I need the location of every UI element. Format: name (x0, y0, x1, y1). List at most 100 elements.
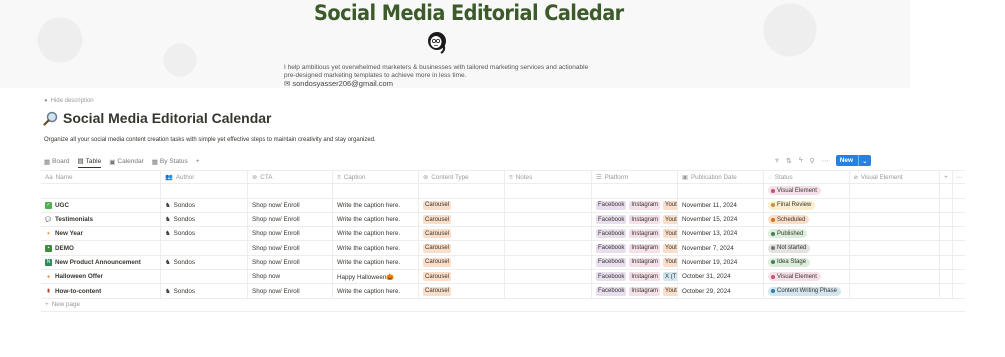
cell-content-type[interactable]: Carousel (419, 212, 505, 227)
cell-status[interactable]: Idea Stage (764, 255, 850, 270)
table-row[interactable]: ✓ UGC ♞ Sondos Shop now/ Enroll Write the … (41, 198, 965, 213)
cell-platform[interactable]: Facebook Instagram Yout (592, 241, 678, 255)
cell-status[interactable]: Scheduled (764, 212, 850, 227)
cell-platform[interactable]: Facebook Instagram Yout (592, 227, 678, 241)
cell-notes[interactable] (505, 284, 592, 298)
cell-author[interactable]: ♞ Sondos (161, 212, 248, 227)
cell-visual-element[interactable] (850, 255, 940, 270)
table-row[interactable]: N New Product Announcement ♞ Sondos Shop n… (41, 255, 965, 271)
cell-notes[interactable] (505, 184, 592, 198)
table-row[interactable]: ● Halloween Offer Shop now Happy Hallowee… (41, 270, 965, 285)
cell-author[interactable]: ♞ Sondos (161, 198, 248, 212)
cell-cta[interactable]: Shop now/ Enroll (248, 198, 333, 212)
cell-platform[interactable]: Facebook Instagram Yout (592, 284, 678, 298)
cell-notes[interactable] (505, 198, 592, 212)
add-view-button[interactable]: + (196, 155, 200, 168)
cell-status[interactable]: Final Review (764, 198, 850, 212)
column-header-visual-element[interactable]: ⌀ Visual Element (850, 171, 940, 184)
table-row[interactable]: ✶ New Year ♞ Sondos Shop now/ Enroll Write… (41, 227, 965, 242)
cell-platform[interactable]: Facebook Instagram Yout (592, 198, 678, 212)
cell-content-type[interactable]: Carousel (419, 241, 505, 255)
cell-platform[interactable] (592, 184, 678, 198)
cell-author[interactable]: ♞ Sondos (161, 227, 248, 241)
cell-visual-element[interactable] (850, 270, 940, 284)
cell-visual-element[interactable] (850, 241, 940, 255)
cell-name[interactable]: ✓ UGC (41, 198, 161, 212)
cell-status[interactable]: Not started (764, 241, 850, 255)
cell-name[interactable]: ▪ DEMO (41, 241, 161, 255)
cell-publication-date[interactable]: October 31, 2024 (678, 270, 764, 284)
cell-platform[interactable]: Facebook Instagram X (T (592, 270, 678, 284)
cell-publication-date[interactable]: October 29, 2024 (678, 284, 764, 298)
table-row[interactable]: Visual Element (41, 184, 965, 199)
cell-publication-date[interactable]: November 13, 2024 (678, 227, 764, 241)
row-title[interactable]: How-to-content (55, 288, 101, 295)
cell-notes[interactable] (505, 227, 592, 241)
row-title[interactable]: UGC (55, 202, 69, 209)
cell-notes[interactable] (505, 255, 592, 270)
cell-cta[interactable] (248, 184, 333, 198)
more-options-icon[interactable]: ⋯ (822, 157, 829, 165)
tab-by-status[interactable]: ▦ By Status (152, 155, 188, 168)
sort-icon[interactable]: ⇅ (786, 157, 792, 165)
cell-platform[interactable]: Facebook Instagram Yout (592, 255, 678, 270)
cell-name[interactable]: ▮ How-to-content (41, 284, 161, 298)
new-page-button[interactable]: + New page (41, 299, 965, 312)
cell-caption[interactable]: Write the caption here. (333, 198, 419, 212)
cell-name[interactable]: ● Halloween Offer (41, 270, 161, 284)
row-title[interactable]: DEMO (55, 245, 74, 252)
search-icon[interactable]: ⚲ (810, 157, 815, 165)
column-header-name[interactable]: Aa Name (41, 171, 161, 184)
tab-board[interactable]: ▦ Board (44, 155, 70, 168)
tab-table[interactable]: ▤ Table (77, 155, 102, 168)
cell-visual-element[interactable] (850, 284, 940, 298)
column-header-notes[interactable]: ≡ Notes (505, 171, 592, 184)
cell-cta[interactable]: Shop now/ Enroll (248, 284, 333, 298)
cell-name[interactable]: N New Product Announcement (41, 255, 161, 270)
cell-caption[interactable]: Write the caption here. (333, 255, 419, 270)
column-header-cta[interactable]: ⊚ CTA (248, 171, 333, 184)
table-row[interactable]: ▪ DEMO Shop now/ Enroll Write the caption… (41, 241, 965, 256)
table-row[interactable]: 💬 Testimonials ♞ Sondos Shop now/ Enroll W… (41, 212, 965, 228)
cell-publication-date[interactable]: November 15, 2024 (678, 212, 764, 227)
cell-caption[interactable]: Write the caption here. (333, 227, 419, 241)
lightning-icon[interactable]: ϟ (799, 157, 803, 164)
cell-author[interactable] (161, 241, 248, 255)
more-columns-button[interactable]: ⋯ (953, 171, 965, 183)
cell-cta[interactable]: Shop now/ Enroll (248, 241, 333, 255)
hide-description-button[interactable]: ● Hide description (44, 98, 94, 104)
cell-publication-date[interactable]: November 7, 2024 (678, 241, 764, 255)
cell-publication-date[interactable]: November 11, 2024 (678, 198, 764, 212)
cell-author[interactable] (161, 270, 248, 284)
cell-content-type[interactable] (419, 184, 505, 198)
column-header-author[interactable]: 👥 Author (161, 171, 248, 184)
cell-visual-element[interactable] (850, 212, 940, 227)
cell-publication-date[interactable]: November 19, 2024 (678, 255, 764, 270)
cell-content-type[interactable]: Carousel (419, 198, 505, 212)
cell-publication-date[interactable] (678, 184, 764, 198)
cell-name[interactable] (41, 184, 161, 198)
cell-author[interactable]: ♞ Sondos (161, 255, 248, 270)
cell-caption[interactable]: Write the caption here. (333, 284, 419, 298)
row-title[interactable]: New Year (55, 230, 83, 237)
cell-status[interactable]: Visual Element (764, 184, 850, 198)
row-title[interactable]: Testimonials (55, 216, 93, 223)
cell-content-type[interactable]: Carousel (419, 284, 505, 298)
cell-notes[interactable] (505, 270, 592, 284)
cell-status[interactable]: Visual Element (764, 270, 850, 284)
cell-visual-element[interactable] (850, 184, 940, 198)
tab-calendar[interactable]: ▣ Calendar (109, 155, 144, 168)
cell-caption[interactable] (333, 184, 419, 198)
cell-caption[interactable]: Happy Halloween🎃 (333, 270, 419, 284)
chevron-down-icon[interactable]: ⌄ (858, 155, 870, 166)
cell-status[interactable]: Published (764, 227, 850, 241)
cell-notes[interactable] (505, 241, 592, 255)
table-row[interactable]: ▮ How-to-content ♞ Sondos Shop now/ Enroll… (41, 284, 965, 299)
cell-status[interactable]: Content Writing Phase (764, 284, 850, 298)
cell-notes[interactable] (505, 212, 592, 227)
column-header-content-type[interactable]: ⊚ Content Type (419, 171, 505, 184)
column-header-platform[interactable]: ☰ Platform (592, 171, 678, 184)
cell-content-type[interactable]: Carousel (419, 227, 505, 241)
cell-cta[interactable]: Shop now/ Enroll (248, 227, 333, 241)
add-column-button[interactable]: + (940, 171, 953, 184)
